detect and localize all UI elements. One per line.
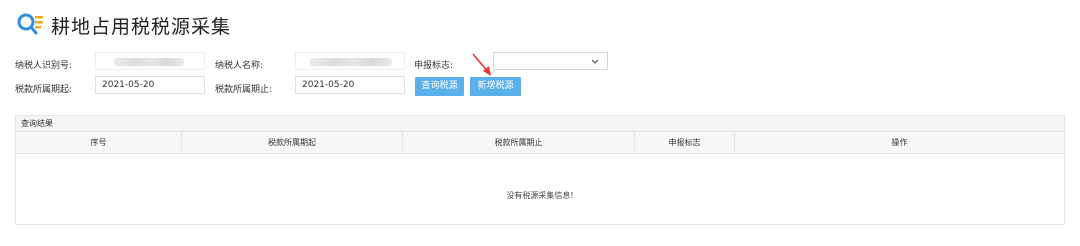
column-header: 税款所属期止 xyxy=(403,132,635,153)
period-start-field[interactable]: 2021-05-20 xyxy=(95,76,205,94)
taxpayer-name-label: 纳税人名称: xyxy=(215,61,264,71)
query-tax-source-button[interactable]: 查询税源 xyxy=(415,77,464,96)
page-title: 耕地占用税税源采集 xyxy=(51,15,232,38)
column-header: 操作 xyxy=(891,138,908,147)
column-header: 序号 xyxy=(16,132,182,153)
period-end-label: 税款所属期止: xyxy=(215,85,273,95)
results-panel: 查询结果 序号 税款所属期起 税款所属期止 申报标志 操作 没有税源采集信息! xyxy=(15,115,1065,225)
results-title: 查询结果 xyxy=(16,116,1064,132)
column-header: 税款所属期起 xyxy=(182,132,403,153)
empty-message: 没有税源采集信息! xyxy=(506,191,574,200)
chevron-down-icon xyxy=(591,59,599,64)
taxpayer-name-field[interactable] xyxy=(295,52,405,70)
declare-flag-label: 申报标志: xyxy=(414,61,454,71)
red-arrow-icon xyxy=(472,53,491,76)
period-start-label: 税款所属期起: xyxy=(15,85,73,95)
period-end-field[interactable]: 2021-05-20 xyxy=(295,76,405,94)
declare-flag-select[interactable] xyxy=(493,52,608,70)
page-header: 耕地占用税税源采集 xyxy=(15,8,231,42)
column-header: 申报标志 xyxy=(635,132,735,153)
taxpayer-id-label: 纳税人识别号: xyxy=(15,61,73,71)
taxpayer-id-field[interactable] xyxy=(95,52,205,70)
results-table-header: 序号 税款所属期起 税款所属期止 申报标志 操作 xyxy=(16,132,1064,154)
magnifier-list-icon xyxy=(15,10,45,40)
